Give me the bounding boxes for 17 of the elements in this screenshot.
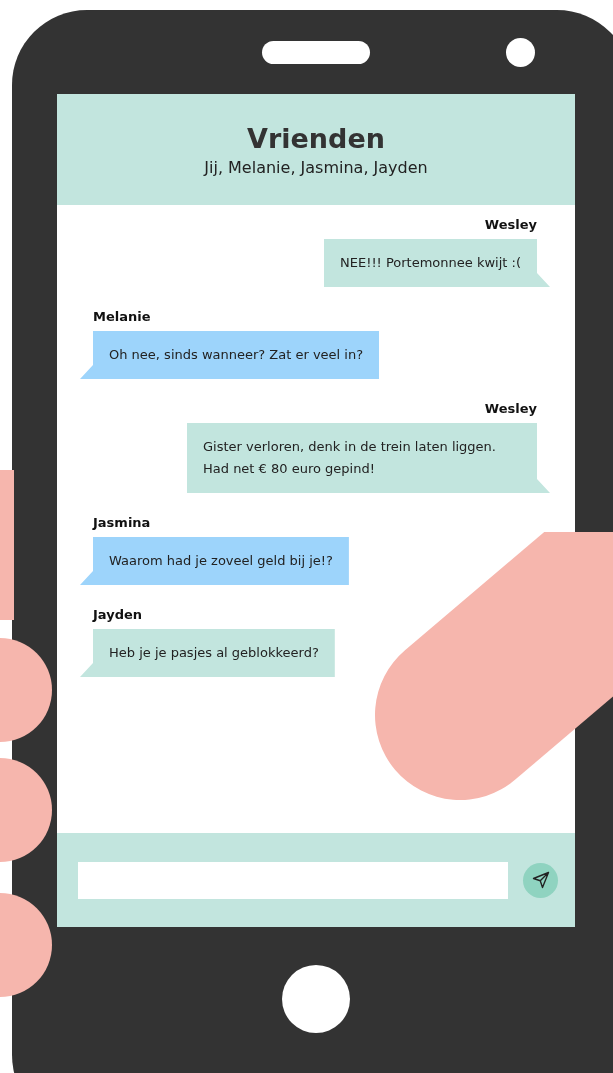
sender-name: Melanie — [93, 309, 151, 324]
send-button[interactable] — [523, 862, 558, 898]
chat-title: Vrienden — [247, 122, 385, 154]
speaker-icon — [262, 41, 370, 64]
message-input[interactable] — [78, 861, 508, 899]
message-bubble: Oh nee, sinds wanneer? Zat er veel in? — [80, 331, 380, 379]
camera-icon — [506, 38, 535, 67]
sender-name: Jayden — [93, 607, 143, 622]
sender-name: Wesley — [484, 401, 537, 416]
message-bubble: NEE!!! Portemonnee kwijt :( — [324, 239, 550, 287]
message-bubble: Waarom had je zoveel geld bij je!? — [80, 537, 349, 585]
send-icon — [531, 871, 550, 889]
sender-name: Wesley — [484, 217, 537, 232]
message-bubble: Heb je je pasjes al geblokkeerd? — [80, 629, 335, 677]
message-bubble: Gister verloren, denk in de trein laten liggen. Had net € 80 euro gepind! — [187, 423, 550, 493]
sender-name: Jasmina — [93, 515, 151, 530]
chat-members: Jij, Melanie, Jasmina, Jayden — [204, 157, 428, 177]
